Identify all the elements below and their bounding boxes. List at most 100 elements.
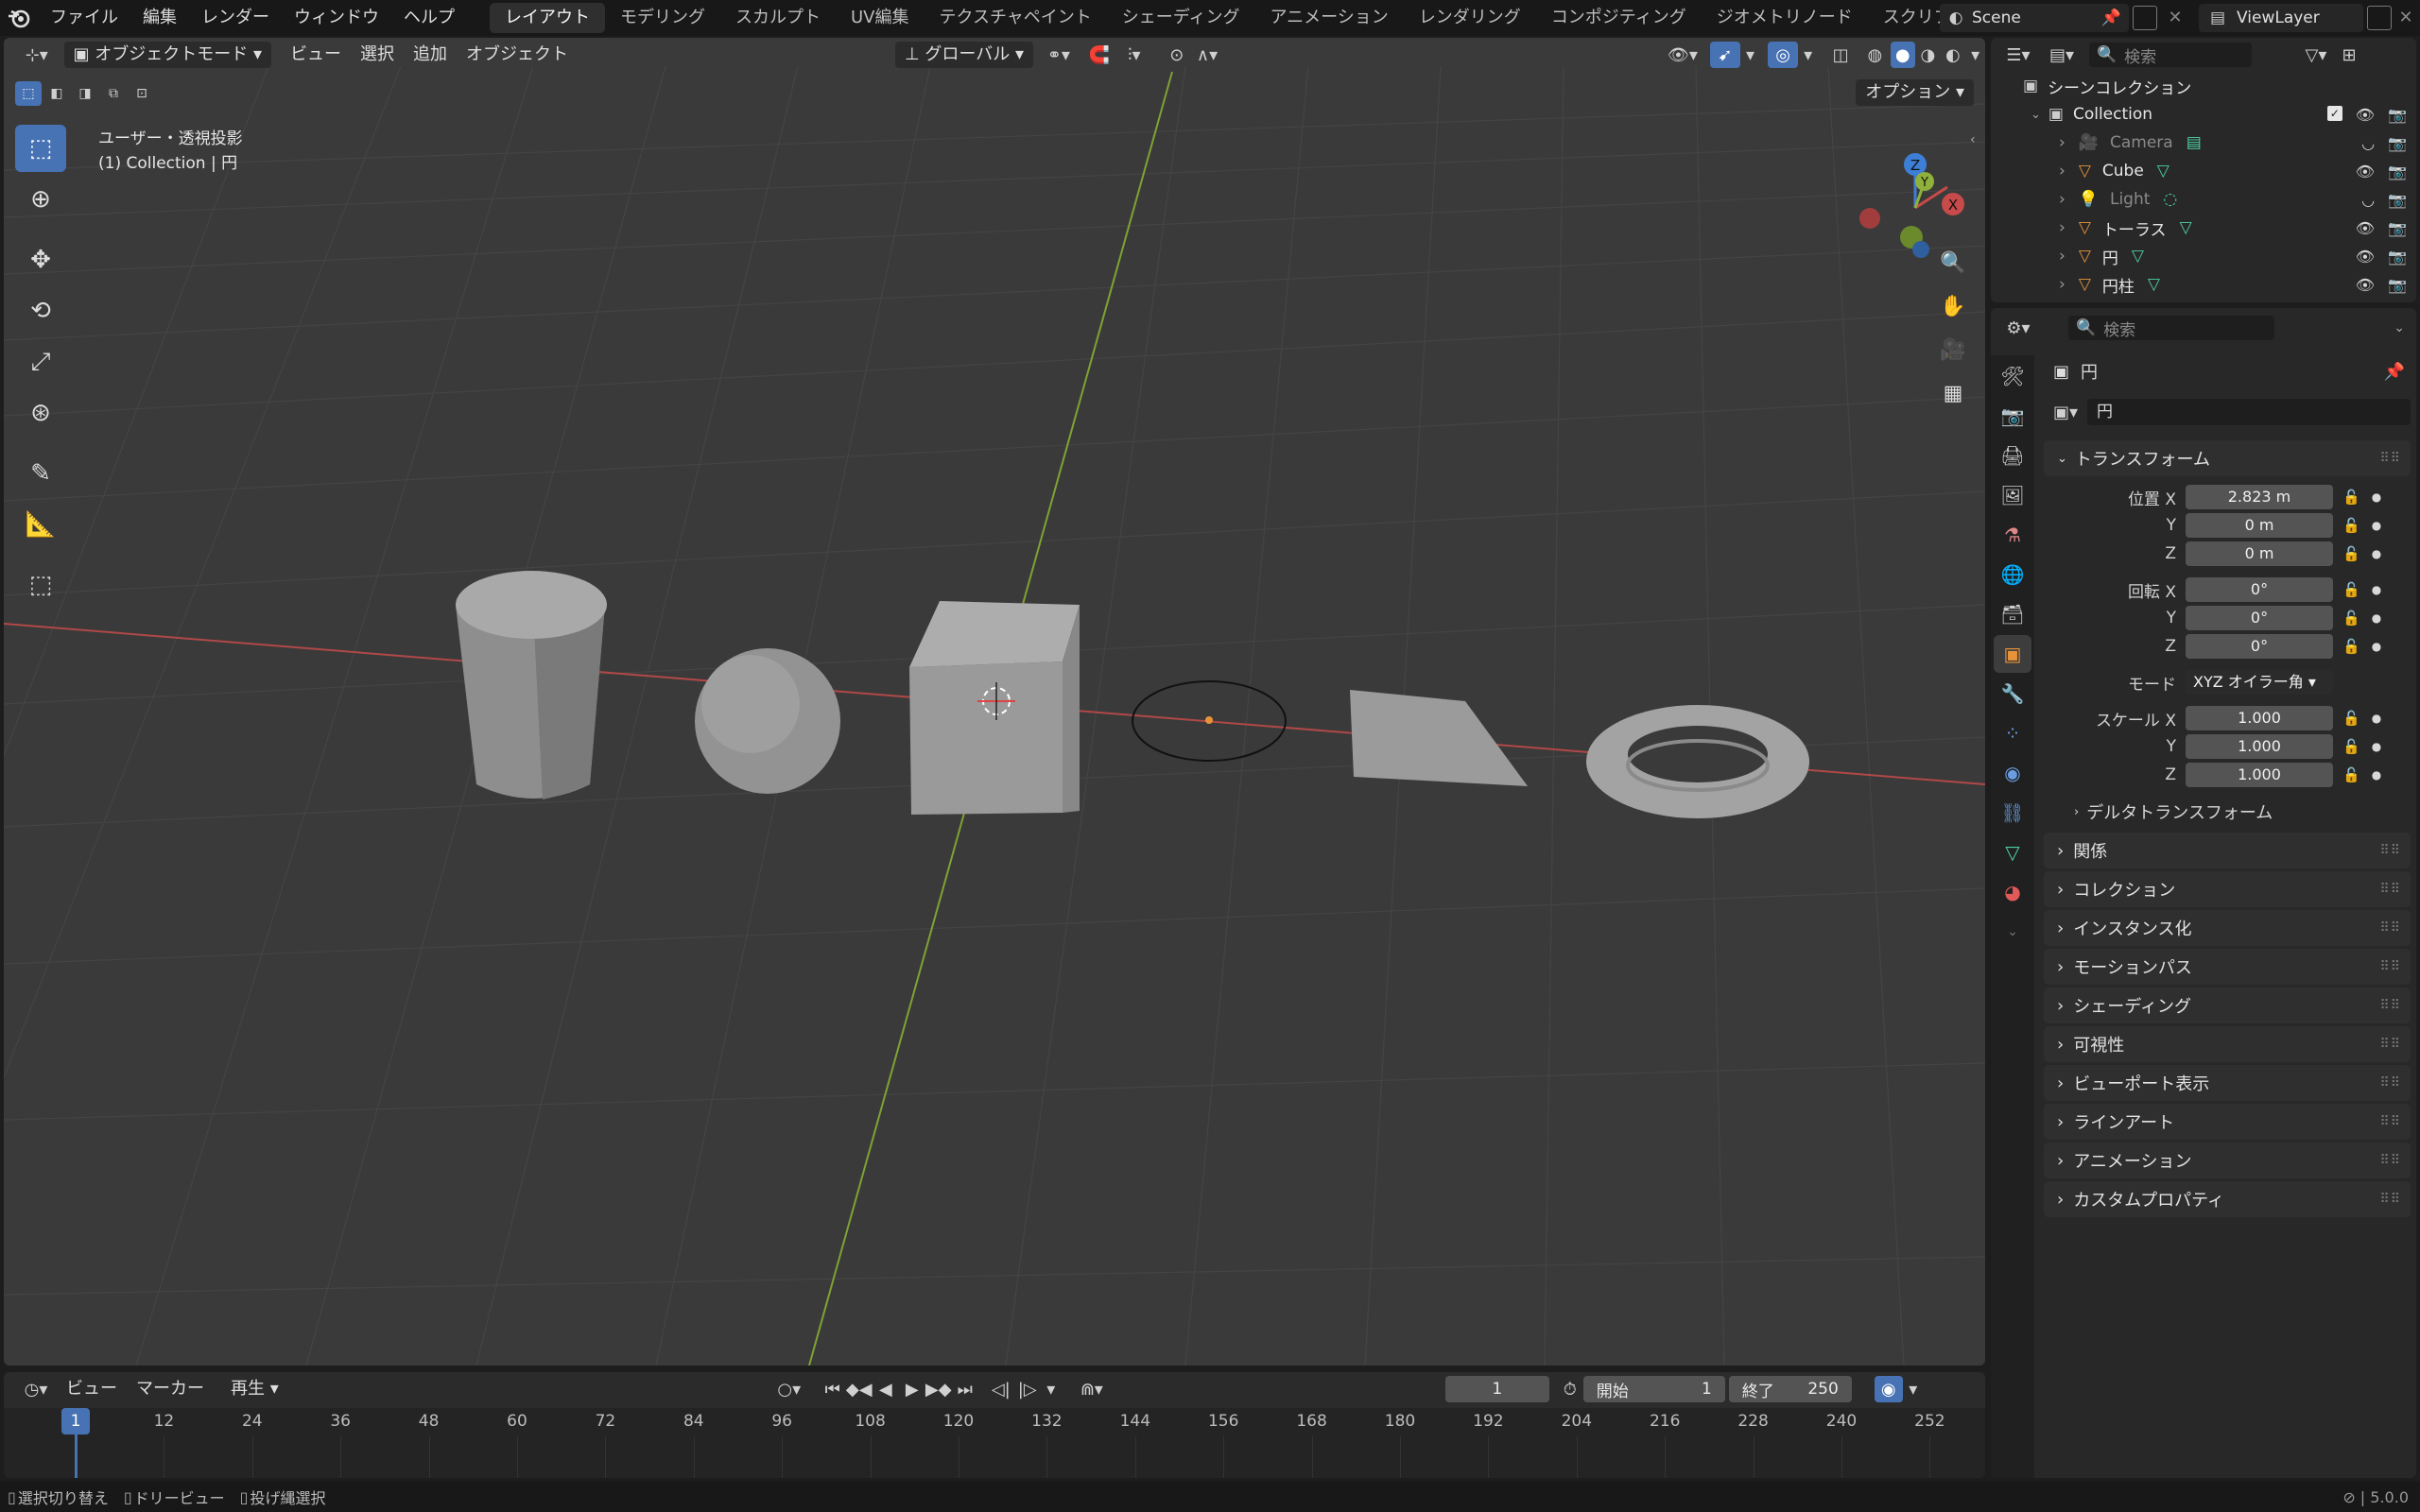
new-view-layer-icon[interactable]: [2367, 6, 2392, 30]
workspace-tab-6[interactable]: アニメーション: [1255, 3, 1404, 33]
expand-chevron-icon[interactable]: ›: [2059, 133, 2066, 152]
camera-render-icon[interactable]: 📷: [2388, 219, 2407, 237]
camera-data-icon[interactable]: ▤: [2187, 133, 2202, 152]
tool-tab-icon[interactable]: 🛠: [1994, 357, 2031, 395]
snapping-icon[interactable]: ⋒▾: [1071, 1376, 1113, 1402]
select-subtract-icon[interactable]: ◨: [72, 81, 98, 106]
eye-icon[interactable]: 👁: [2356, 248, 2375, 266]
keyframe-dot-icon[interactable]: ●: [2372, 583, 2381, 596]
visibility-icon[interactable]: 👁▾: [1663, 42, 1703, 68]
workspace-tab-2[interactable]: スカルプト: [720, 3, 836, 33]
collection-row[interactable]: ⌄ ▣ Collection ✓ 👁 📷: [1991, 100, 2416, 129]
menu-item-2[interactable]: レンダー: [189, 0, 282, 36]
scale-tool-icon[interactable]: ⤢: [15, 338, 66, 386]
menu-item-3[interactable]: ウィンドウ: [282, 0, 391, 36]
snap-icon[interactable]: 🧲: [1084, 42, 1115, 68]
location-y-field[interactable]: 0 m: [2186, 513, 2333, 538]
keyframe-dot-icon[interactable]: ●: [2372, 519, 2381, 532]
drag-handle-icon[interactable]: ⠿⠿: [2379, 959, 2401, 974]
marker-menu[interactable]: マーカー: [127, 1376, 214, 1402]
pan-hand-icon[interactable]: ✋: [1934, 287, 1972, 325]
collapse-icon[interactable]: ⌄: [2031, 108, 2041, 122]
prev-keyframe-icon[interactable]: ◆◀: [846, 1376, 873, 1402]
play-icon[interactable]: ▶: [899, 1376, 925, 1402]
play-reverse-icon[interactable]: ◀: [873, 1376, 899, 1402]
expand-chevron-icon[interactable]: ›: [2059, 162, 2066, 180]
cube-object[interactable]: [909, 601, 1080, 815]
display-mode-icon[interactable]: ▤▾: [2040, 42, 2083, 68]
panel-header[interactable]: › アニメーション ⠿⠿: [2044, 1143, 2411, 1178]
cylinder-object[interactable]: [456, 571, 607, 799]
scene-name[interactable]: Scene: [1972, 9, 2021, 27]
add-cube-tool-icon[interactable]: ⬚: [15, 561, 66, 609]
viewport-canvas[interactable]: [4, 38, 1985, 1366]
delta-transform-subpanel[interactable]: › デルタトランスフォーム: [2044, 795, 2411, 829]
properties-search-input[interactable]: 🔍 検索: [2068, 316, 2274, 340]
material-shading-icon[interactable]: ◑: [1915, 42, 1941, 68]
select-invert-icon[interactable]: ⧉: [100, 81, 127, 106]
rotation-mode-dropdown[interactable]: XYZ オイラー角 ▾: [2186, 670, 2333, 695]
preview-range-icon[interactable]: ⏱: [1557, 1376, 1583, 1402]
sidebar-toggle-icon[interactable]: ‹: [1970, 132, 1976, 147]
properties-options-icon[interactable]: ⌄: [2394, 320, 2405, 335]
drag-handle-icon[interactable]: ⠿⠿: [2379, 1114, 2401, 1129]
particles-tab-icon[interactable]: ⁘: [1994, 714, 2031, 752]
playback-dropdown[interactable]: 再生 ▾: [221, 1376, 288, 1402]
shading-dropdown-icon[interactable]: ▾: [1965, 42, 1985, 68]
drag-handle-icon[interactable]: ⠿⠿: [2379, 1192, 2401, 1207]
orientation-dropdown[interactable]: ⊥ グローバル ▾: [895, 42, 1033, 68]
panel-header[interactable]: › モーションパス ⠿⠿: [2044, 949, 2411, 985]
keyframe-dot-icon[interactable]: ●: [2372, 768, 2381, 782]
drag-handle-icon[interactable]: ⠿⠿: [2379, 882, 2401, 897]
zoom-icon[interactable]: 🔍: [1934, 244, 1972, 282]
panel-header[interactable]: › カスタムプロパティ ⠿⠿: [2044, 1181, 2411, 1217]
prev-marker-icon[interactable]: ◁|: [988, 1376, 1014, 1402]
next-marker-icon[interactable]: |▷: [1014, 1376, 1041, 1402]
more-tabs-icon[interactable]: ⌄: [1994, 913, 2031, 951]
end-frame-field[interactable]: 終了 250: [1728, 1376, 1852, 1402]
outliner-item[interactable]: › ▽ トーラス ▽ 👁 📷: [1991, 214, 2416, 242]
rotation-x-field[interactable]: 0°: [2186, 577, 2333, 602]
eye-icon[interactable]: 👁: [2356, 276, 2375, 294]
lock-icon[interactable]: 🔓: [2342, 581, 2360, 598]
scene-tab-icon[interactable]: ⚗: [1994, 516, 2031, 554]
transport-dropdown-icon[interactable]: ▾: [1041, 1376, 1062, 1402]
properties-editor-type-icon[interactable]: ⚙▾: [1996, 315, 2040, 341]
camera-render-icon[interactable]: 📷: [2388, 191, 2407, 209]
camera-render-icon[interactable]: 📷: [2388, 106, 2407, 124]
timeline-editor-type-icon[interactable]: ◷▾: [15, 1376, 57, 1402]
view-layer-selector[interactable]: ▤ ViewLayer: [2199, 4, 2363, 32]
delete-scene-icon[interactable]: ✕: [2163, 6, 2187, 30]
xray-icon[interactable]: ◫: [1825, 42, 1856, 68]
panel-header[interactable]: › ビューポート表示 ⠿⠿: [2044, 1065, 2411, 1101]
drag-handle-icon[interactable]: ⠿⠿: [2379, 1075, 2401, 1091]
proportional-edit-icon[interactable]: ⊙: [1162, 42, 1192, 68]
drag-handle-icon[interactable]: ⠿⠿: [2379, 1153, 2401, 1168]
object-tab-icon[interactable]: ▣: [1994, 635, 2031, 673]
object-browse-icon[interactable]: ▣▾: [2044, 399, 2087, 425]
select-extend-icon[interactable]: ◧: [43, 81, 70, 106]
lock-icon[interactable]: 🔓: [2342, 545, 2360, 562]
circle-object[interactable]: [1132, 680, 1287, 762]
world-tab-icon[interactable]: 🌐: [1994, 556, 2031, 593]
new-scene-icon[interactable]: [2133, 6, 2157, 30]
outliner-item[interactable]: › ▽ Cube ▽ 👁 📷: [1991, 157, 2416, 185]
sphere-object[interactable]: [695, 648, 840, 794]
jump-start-icon[interactable]: ⏮: [820, 1376, 846, 1402]
scale-y-field[interactable]: 1.000: [2186, 734, 2333, 759]
cursor-tool-icon[interactable]: ⊕: [15, 176, 66, 223]
eye-closed-icon[interactable]: ◡: [2361, 134, 2375, 152]
panel-header[interactable]: › インスタンス化 ⠿⠿: [2044, 910, 2411, 946]
mesh-data-icon[interactable]: ▽: [2180, 218, 2192, 237]
material-tab-icon[interactable]: ◕: [1994, 873, 2031, 911]
expand-chevron-icon[interactable]: ›: [2059, 247, 2066, 266]
eye-icon[interactable]: 👁: [2356, 106, 2375, 124]
lock-icon[interactable]: 🔓: [2342, 710, 2360, 727]
panel-header[interactable]: › シェーディング ⠿⠿: [2044, 988, 2411, 1023]
mesh-data-icon[interactable]: ▽: [2157, 162, 2169, 180]
outliner-search-input[interactable]: 🔍 検索: [2089, 43, 2252, 67]
wireframe-shading-icon[interactable]: ◍: [1859, 42, 1890, 68]
scene-collection-row[interactable]: ▣ シーンコレクション: [1991, 72, 2416, 100]
annotate-tool-icon[interactable]: ✎: [15, 450, 66, 497]
rotation-z-field[interactable]: 0°: [2186, 634, 2333, 659]
